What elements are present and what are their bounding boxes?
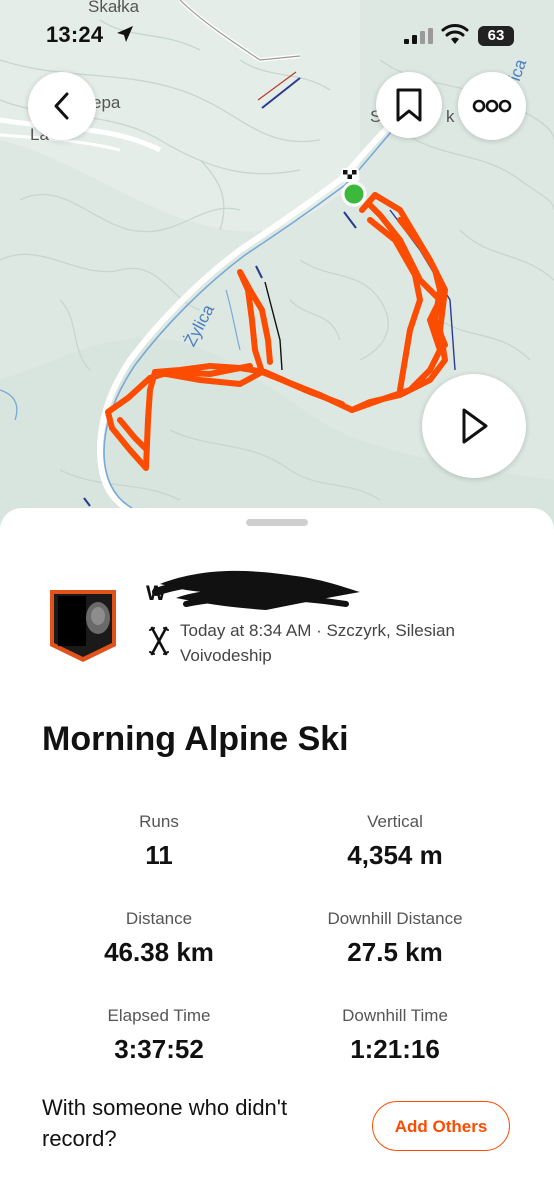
bookmark-button[interactable] — [376, 72, 442, 138]
stat-elapsed-time: Elapsed Time 3:37:52 — [29, 1006, 289, 1065]
battery-icon: 63 — [478, 26, 514, 46]
add-others-prompt: With someone who didn't record? — [42, 1095, 288, 1151]
cellular-signal-icon — [404, 28, 433, 44]
stat-label: Vertical — [367, 812, 423, 831]
activity-meta: Today at 8:34 AM · Szczyrk, Silesian Voi… — [180, 621, 455, 665]
back-icon — [54, 92, 69, 120]
play-icon — [462, 408, 488, 444]
activity-title: Morning Alpine Ski — [42, 720, 349, 758]
play-flyover-button[interactable] — [422, 374, 526, 478]
stat-value: 11 — [145, 840, 173, 870]
add-others-button[interactable]: Add Others — [372, 1101, 510, 1151]
back-button[interactable] — [28, 72, 96, 140]
wifi-icon — [441, 24, 469, 44]
redaction-scribble — [152, 570, 360, 610]
stat-runs: Runs 11 — [29, 812, 289, 871]
stat-value: 27.5 km — [347, 937, 443, 967]
activity-sheet: W Today at 8:34 AM · Szczyrk, Silesian V… — [0, 508, 554, 1200]
stat-value: 3:37:52 — [114, 1034, 204, 1064]
map-label-left-a: epa — [92, 93, 121, 112]
stat-downhill-time: Downhill Time 1:21:16 — [265, 1006, 525, 1065]
stat-label: Elapsed Time — [107, 1006, 211, 1025]
status-time: 13:24 — [46, 22, 104, 47]
stat-label: Distance — [125, 909, 193, 928]
stat-label: Downhill Distance — [327, 909, 463, 928]
status-bar: 13:24 63 — [0, 0, 554, 70]
stat-label: Runs — [139, 812, 179, 831]
stat-label: Downhill Time — [342, 1006, 448, 1025]
stat-value: 46.38 km — [104, 937, 214, 967]
sheet-drag-handle[interactable] — [246, 519, 308, 526]
stat-vertical: Vertical 4,354 m — [265, 812, 525, 871]
more-icon — [472, 99, 512, 113]
stat-value: 4,354 m — [347, 840, 443, 870]
map-label-right-b: k — [446, 107, 455, 126]
location-arrow-icon — [117, 26, 133, 42]
athlete-avatar[interactable] — [48, 588, 118, 664]
stat-value: 1:21:16 — [350, 1034, 440, 1064]
bookmark-icon — [396, 88, 422, 122]
stat-distance: Distance 46.38 km — [29, 909, 289, 968]
stat-downhill-distance: Downhill Distance 27.5 km — [265, 909, 525, 968]
alpine-ski-icon — [149, 626, 169, 656]
more-options-button[interactable] — [458, 72, 526, 140]
